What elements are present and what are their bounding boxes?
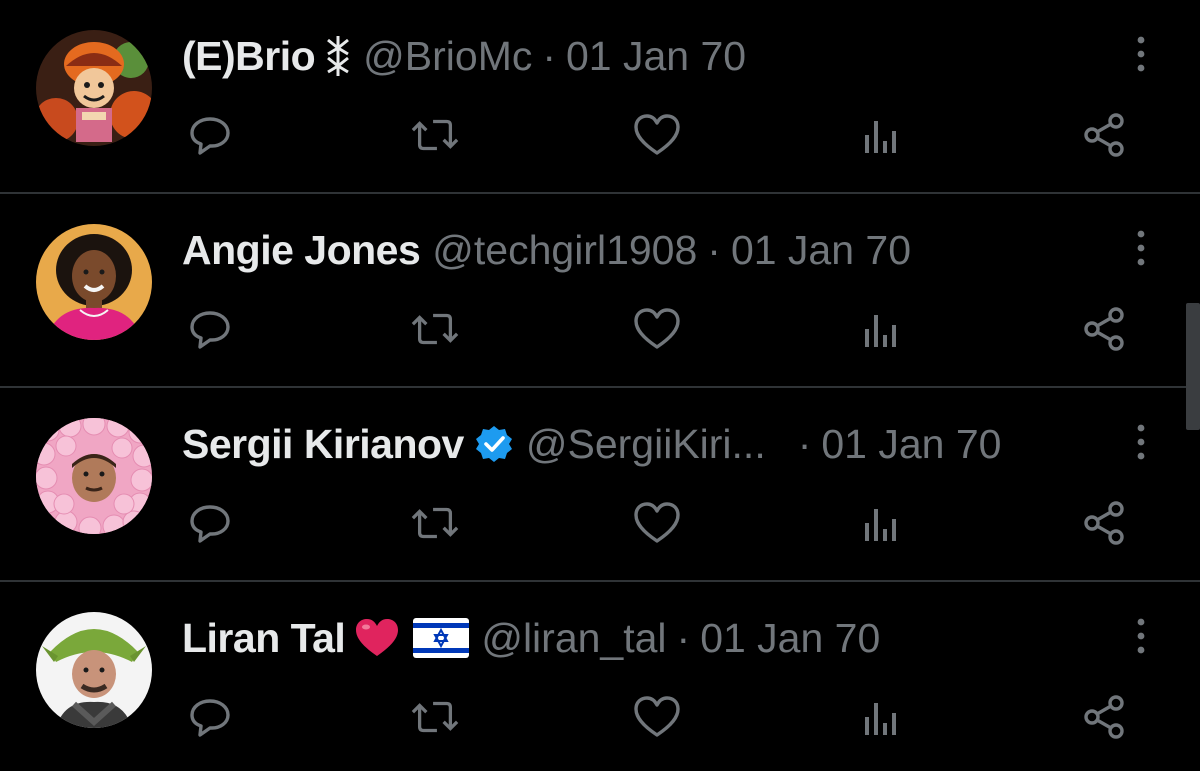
berserk-brand-icon (325, 34, 351, 78)
verified-badge-icon (474, 424, 514, 464)
views-icon[interactable] (855, 692, 905, 742)
views-icon[interactable] (855, 304, 905, 354)
tweet-row[interactable]: Liran Tal @liran_tal · 01 Jan 70 (0, 582, 1200, 771)
tweet-header: Angie Jones @techgirl1908 · 01 Jan 70 (182, 222, 911, 278)
tweet-feed: (E)Brio @BrioMc · 01 Jan 70 Angie Jones … (0, 0, 1200, 771)
display-name[interactable]: Liran Tal (182, 610, 346, 666)
like-icon[interactable] (632, 498, 682, 548)
tweet-date[interactable]: 01 Jan 70 (566, 28, 746, 84)
more-vertical-icon[interactable] (1126, 34, 1156, 74)
more-vertical-icon[interactable] (1126, 616, 1156, 656)
separator-dot: · (797, 421, 812, 467)
reply-icon[interactable] (185, 692, 235, 742)
tweet-header: Sergii Kirianov @SergiiKiri... · 01 Jan … (182, 416, 1001, 472)
views-icon[interactable] (855, 498, 905, 548)
tweet-date[interactable]: 01 Jan 70 (700, 610, 880, 666)
share-icon[interactable] (1079, 498, 1129, 548)
tweet-header: (E)Brio @BrioMc · 01 Jan 70 (182, 28, 746, 84)
action-bar (0, 692, 1200, 742)
more-vertical-icon[interactable] (1126, 422, 1156, 462)
display-name[interactable]: Sergii Kirianov (182, 416, 464, 472)
reply-icon[interactable] (185, 304, 235, 354)
like-icon[interactable] (632, 692, 682, 742)
more-vertical-icon[interactable] (1126, 228, 1156, 268)
views-icon[interactable] (855, 110, 905, 160)
separator-dot: · (542, 33, 556, 79)
user-handle[interactable]: @SergiiKiri... (526, 416, 766, 472)
user-handle[interactable]: @BrioMc (363, 28, 532, 84)
scrollbar[interactable] (1186, 303, 1200, 430)
user-handle[interactable]: @liran_tal (481, 610, 666, 666)
display-name[interactable]: Angie Jones (182, 222, 421, 278)
share-icon[interactable] (1079, 304, 1129, 354)
tweet-date[interactable]: 01 Jan 70 (731, 222, 911, 278)
israel-flag-emoji-icon (413, 618, 470, 658)
retweet-icon[interactable] (410, 110, 460, 160)
tweet-row[interactable]: (E)Brio @BrioMc · 01 Jan 70 (0, 0, 1200, 194)
action-bar (0, 110, 1200, 160)
retweet-icon[interactable] (410, 692, 460, 742)
tweet-row[interactable]: Angie Jones @techgirl1908 · 01 Jan 70 (0, 194, 1200, 388)
red-heart-emoji-icon (355, 618, 399, 658)
like-icon[interactable] (632, 304, 682, 354)
display-name[interactable]: (E)Brio (182, 28, 316, 84)
tweet-row[interactable]: Sergii Kirianov @SergiiKiri... · 01 Jan … (0, 388, 1200, 582)
reply-icon[interactable] (185, 110, 235, 160)
retweet-icon[interactable] (410, 304, 460, 354)
action-bar (0, 304, 1200, 354)
tweet-header: Liran Tal @liran_tal · 01 Jan 70 (182, 610, 880, 666)
user-handle[interactable]: @techgirl1908 (432, 222, 697, 278)
share-icon[interactable] (1079, 692, 1129, 742)
reply-icon[interactable] (185, 498, 235, 548)
share-icon[interactable] (1079, 110, 1129, 160)
separator-dot: · (676, 615, 691, 661)
action-bar (0, 498, 1200, 548)
separator-dot: · (707, 227, 721, 273)
retweet-icon[interactable] (410, 498, 460, 548)
tweet-date[interactable]: 01 Jan 70 (821, 416, 1001, 472)
like-icon[interactable] (632, 110, 682, 160)
